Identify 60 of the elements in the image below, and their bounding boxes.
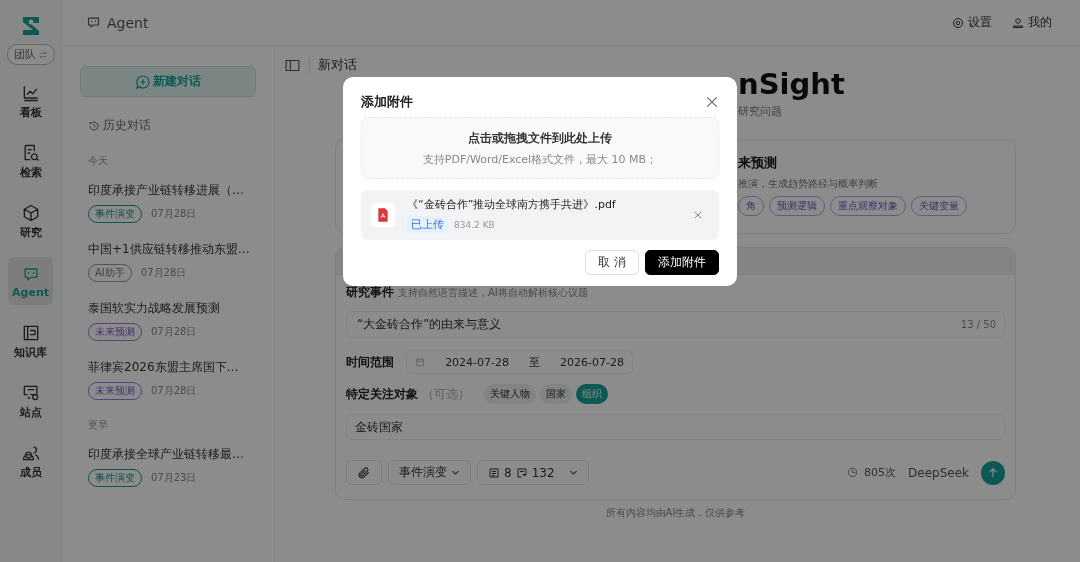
settings-icon: [952, 16, 964, 29]
page-title: Agent: [107, 14, 149, 31]
filter-chip[interactable]: 国家: [540, 384, 572, 404]
nav-item[interactable]: 研究: [8, 197, 53, 245]
nav-item[interactable]: 看板: [8, 77, 53, 125]
clock-icon: [847, 467, 859, 478]
chat-title[interactable]: 印度承接全球产业链转移最…: [88, 446, 255, 463]
remove-icon[interactable]: [693, 210, 703, 220]
confirm-button[interactable]: 添加附件: [645, 250, 719, 275]
paperclip-icon: [357, 465, 371, 480]
dropzone-hint: 支持PDF/Word/Excel格式文件，最大 10 MB；: [422, 151, 658, 167]
upload-dropzone[interactable]: 点击或拖拽文件到此处上传 支持PDF/Word/Excel格式文件，最大 10 MB；: [361, 117, 719, 179]
caret-icon: [451, 468, 460, 477]
nav-item[interactable]: 检索: [8, 137, 53, 185]
attach-button[interactable]: [346, 460, 382, 485]
team-switch-button[interactable]: 团队: [6, 44, 55, 65]
source-dropdown[interactable]: 8 132: [477, 460, 589, 485]
header-link[interactable]: 我的: [1012, 14, 1052, 31]
event-textarea[interactable]: “大金砖合作”的由来与意义 13 / 50: [346, 311, 1005, 338]
chat-title[interactable]: 泰国软实力战略发展预测: [88, 300, 255, 317]
file-name: 《“金砖合作”推动全球南方携手共进》.pdf: [407, 198, 616, 211]
conversation-title: 新对话: [318, 56, 357, 74]
chat-title[interactable]: 中国+1供应链转移推动东盟…: [88, 241, 255, 258]
nav-item[interactable]: 站点: [8, 377, 53, 425]
mode-dropdown[interactable]: 事件演变: [388, 460, 471, 485]
dropzone-title: 点击或拖拽文件到此处上传: [468, 129, 612, 147]
usage-count: 805次: [864, 465, 897, 480]
header-link[interactable]: 设置: [952, 14, 992, 31]
date-range-field[interactable]: 2024-07-28 至 2026-07-28: [406, 350, 633, 374]
field-label: 特定关注对象: [346, 385, 418, 403]
section-title: 历史对话: [103, 117, 151, 134]
agent-icon: [86, 15, 101, 30]
cancel-button[interactable]: 取 消: [585, 250, 639, 275]
hero-title: nSight: [737, 69, 846, 99]
pdf-icon: [371, 203, 395, 227]
field-label: 时间范围: [346, 353, 394, 371]
chat-title[interactable]: 菲律宾2026东盟主席国下…: [88, 359, 255, 376]
char-counter: 13 / 50: [960, 319, 996, 330]
send-button[interactable]: [981, 460, 1005, 485]
swap-icon: [37, 49, 48, 60]
document-icon: [488, 466, 500, 479]
caret-icon: [568, 468, 578, 477]
history-icon: [88, 119, 100, 132]
mode-description: 推演，生成趋势路径与概率判断: [738, 177, 879, 191]
close-icon[interactable]: [705, 95, 719, 109]
dialog-title: 添加附件: [361, 93, 413, 111]
filter-chip[interactable]: 关键人物: [484, 384, 536, 404]
nav-item[interactable]: 知识库: [8, 317, 53, 365]
user-icon: [1012, 16, 1024, 29]
calendar-icon: [415, 356, 426, 368]
chat-title[interactable]: 印度承接产业链转移进展（…: [88, 182, 255, 199]
file-size: 834.2 KB: [454, 219, 495, 230]
focus-input[interactable]: 金砖国家: [346, 414, 1005, 440]
mode-title: 来预测: [738, 154, 778, 172]
plus-icon: [135, 73, 151, 90]
upload-status: 已上传: [407, 216, 448, 233]
nav-item[interactable]: 成员: [8, 437, 53, 485]
hero-subtitle: 研究问题: [737, 104, 783, 119]
field-label: 研究事件: [346, 284, 394, 301]
model-name[interactable]: DeepSeek: [908, 465, 969, 480]
